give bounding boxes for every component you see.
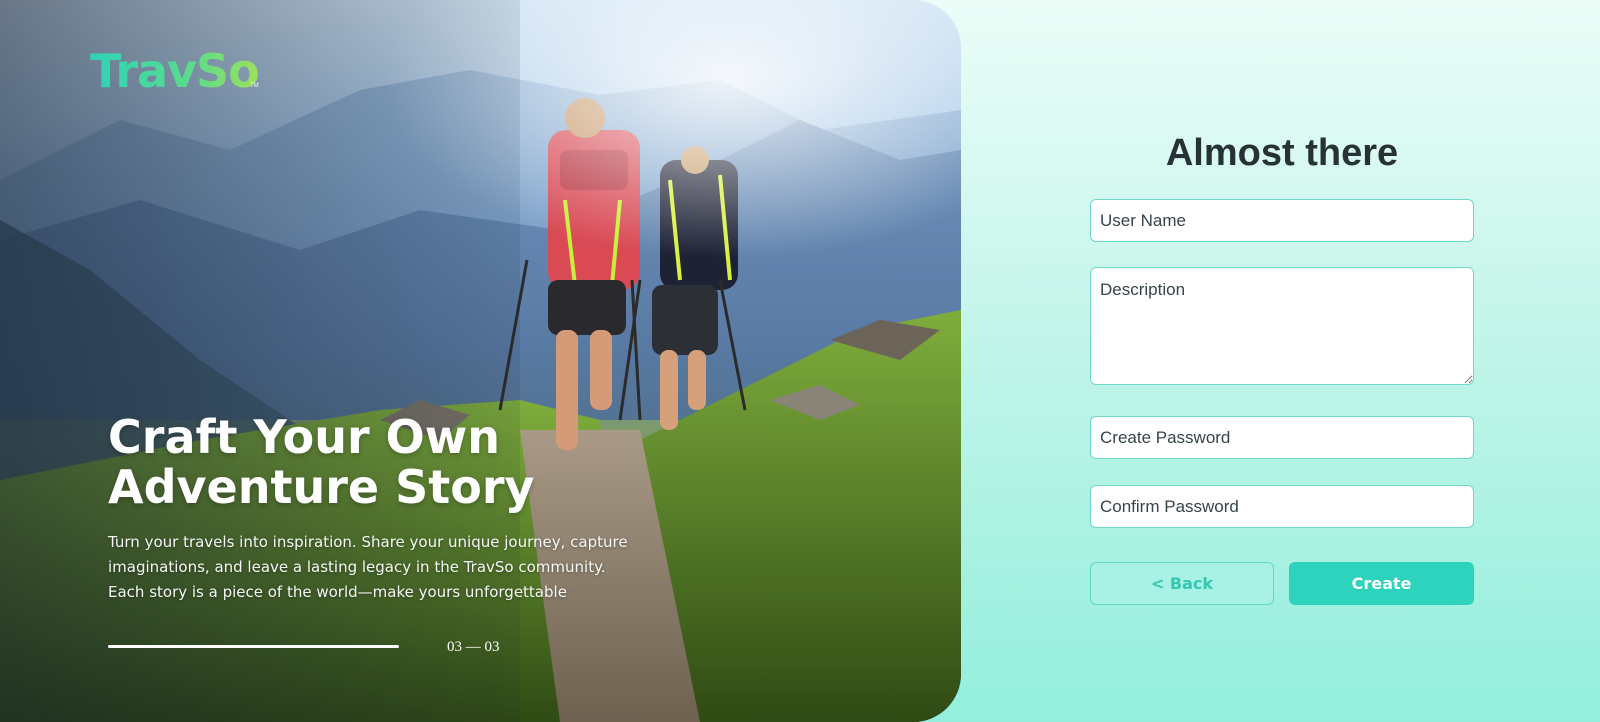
- hero-title: Craft Your Own Adventure Story: [108, 412, 668, 512]
- description-textarea[interactable]: [1090, 267, 1474, 385]
- create-button[interactable]: Create: [1289, 562, 1474, 605]
- confirm-password-input[interactable]: [1090, 485, 1474, 528]
- form-title: Almost there: [1165, 132, 1399, 174]
- onboarding-progress-bar: [108, 645, 399, 648]
- back-button[interactable]: < Back: [1090, 562, 1274, 605]
- image-overlay: [0, 0, 520, 722]
- hero-description: Turn your travels into inspiration. Shar…: [108, 533, 628, 601]
- trademark-mark: TM: [250, 83, 259, 89]
- hero-title-line-1: Craft Your Own: [108, 410, 500, 464]
- step-counter: 03 — 03: [447, 639, 500, 655]
- hero-title-line-2: Adventure Story: [108, 460, 535, 514]
- create-password-input[interactable]: [1090, 416, 1474, 459]
- hero-panel: TravSo TM Craft Your Own Adventure Story…: [0, 0, 961, 722]
- travso-logo[interactable]: TravSo: [90, 44, 260, 98]
- user-name-input[interactable]: [1090, 199, 1474, 242]
